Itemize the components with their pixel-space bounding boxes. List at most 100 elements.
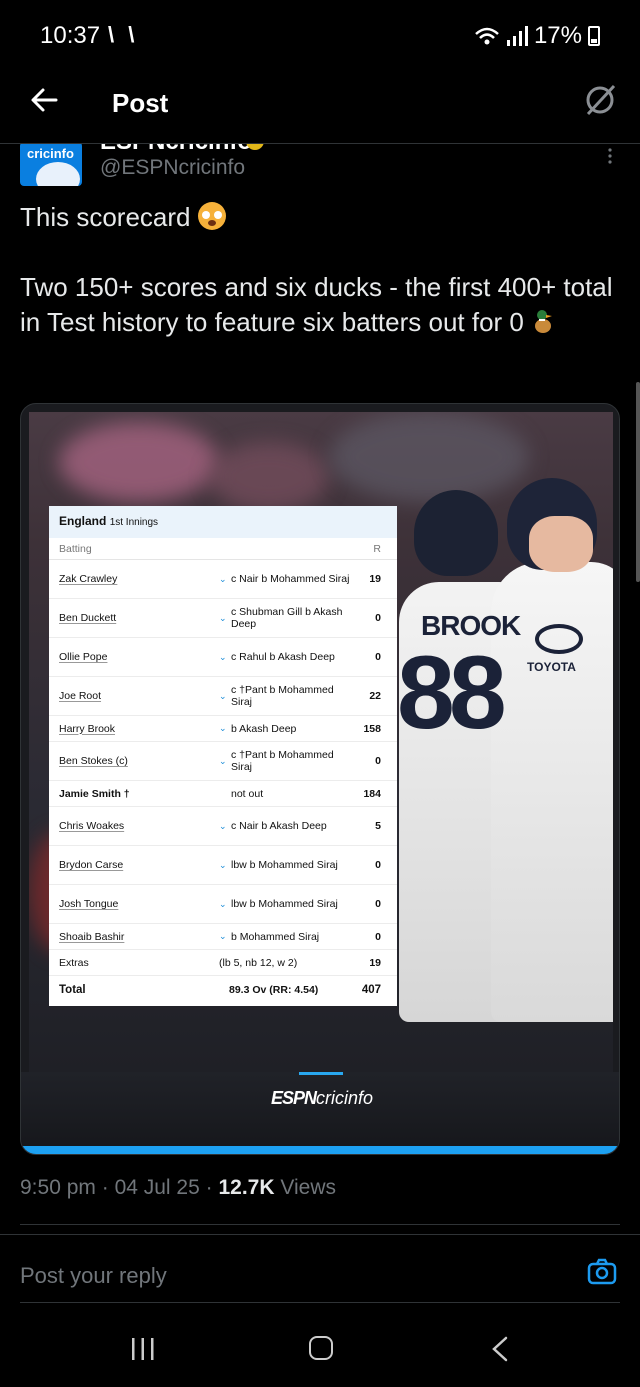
total-runs: 407 [361, 984, 381, 996]
batter-name: Josh Tongue [59, 898, 119, 910]
scorecard-row: Chris Woakes ⌄ c Nair b Akash Deep 5 [49, 807, 397, 846]
batter-name: Zak Crawley [59, 573, 118, 585]
chevron-down-icon: ⌄ [219, 651, 227, 662]
chevron-down-icon: ⌄ [219, 898, 227, 909]
crowd-blur [329, 412, 529, 502]
status-time: 10:37 [40, 22, 101, 49]
scorecard-row: Brydon Carse ⌄ lbw b Mohammed Siraj 0 [49, 846, 397, 885]
camera-icon[interactable] [586, 1256, 618, 1288]
post-time: 9:50 pm [20, 1176, 96, 1199]
media-card[interactable]: BROOK 88 TOYOTA England 1st Innings Batt… [20, 403, 620, 1155]
batter-name: Joe Root [59, 690, 102, 702]
chevron-down-icon: ⌄ [219, 755, 227, 766]
scorecard-row: Jamie Smith † not out 184 [49, 781, 397, 807]
batter-runs: 0 [375, 612, 381, 624]
home-icon[interactable] [309, 1336, 333, 1360]
exploding-head-emoji-icon [197, 202, 226, 230]
battery-icon [588, 26, 600, 46]
post-date: 04 Jul 25 [114, 1176, 200, 1199]
divider [20, 1224, 620, 1225]
chevron-down-icon: ⌄ [219, 859, 227, 870]
dismissal-text: b Mohammed Siraj [231, 930, 320, 943]
divider [20, 1302, 620, 1303]
total-row: Total 89.3 Ov (RR: 4.54) 407 [49, 976, 397, 1004]
batter-name: Chris Woakes [59, 820, 125, 832]
chevron-down-icon: ⌄ [219, 723, 227, 733]
extras-label: Extras [59, 956, 89, 969]
duck-emoji-icon [535, 310, 553, 333]
avatar-label: cricinfo [27, 146, 74, 161]
batter-runs: 0 [375, 651, 381, 663]
dismissal-text: c †Pant b Mohammed Siraj [231, 684, 334, 708]
scorecard-row: Harry Brook ⌄ b Akash Deep 158 [49, 716, 397, 742]
grok-icon[interactable] [582, 82, 618, 118]
batter-runs: 0 [375, 859, 381, 871]
tweet-line-2: Two 150+ scores and six ducks - the firs… [20, 270, 620, 340]
reply-input[interactable] [20, 1258, 560, 1294]
back-arrow-icon[interactable] [28, 84, 60, 116]
batter-name: Ben Duckett [59, 612, 117, 624]
views-count[interactable]: 12.7K [218, 1176, 274, 1199]
scorecard-image: BROOK 88 TOYOTA England 1st Innings Batt… [29, 412, 613, 1072]
scorecard-row: Ben Duckett ⌄ c Shubman Gill b Akash Deep 0 [49, 599, 397, 638]
chevron-down-icon: ⌄ [219, 573, 227, 584]
wifi-icon [475, 27, 499, 45]
tweet-text-line1: This scorecard [20, 202, 191, 232]
espncricinfo-logo: ESPNcricinfo [271, 1088, 373, 1109]
more-options-icon[interactable] [608, 148, 612, 164]
status-right: 17% [474, 22, 600, 50]
avatar[interactable]: cricinfo [20, 142, 82, 186]
author-handle[interactable]: @ESPNcricinfo [100, 156, 245, 180]
media-progress-bar [21, 1146, 619, 1154]
runs-col-label: R [373, 542, 381, 555]
helmet-brook [414, 490, 498, 576]
scorecard-row: Zak Crawley ⌄ c Nair b Mohammed Siraj 19 [49, 560, 397, 599]
scorecard-header: England 1st Innings [49, 506, 397, 538]
dismissal-text: lbw b Mohammed Siraj [231, 898, 338, 910]
player-face [529, 516, 593, 572]
total-label: Total [59, 984, 86, 996]
extras-row: Extras (lb 5, nb 12, w 2) 19 [49, 950, 397, 976]
nav-back-icon[interactable] [490, 1336, 510, 1362]
crowd-blur [209, 442, 329, 512]
cricket-ball-icon [36, 162, 80, 186]
batter-name: Ollie Pope [59, 651, 108, 663]
batter-name: Harry Brook [59, 722, 116, 735]
scorecard-row: Joe Root ⌄ c †Pant b Mohammed Siraj 22 [49, 677, 397, 716]
extras-runs: 19 [369, 956, 381, 969]
sponsor-text: TOYOTA [527, 660, 576, 674]
signal-icon [506, 26, 528, 46]
dismissal-text: c Rahul b Akash Deep [231, 651, 335, 663]
app-header: Post [0, 72, 640, 144]
toyota-logo-icon [535, 624, 583, 654]
scorecard-row: Ollie Pope ⌄ c Rahul b Akash Deep 0 [49, 638, 397, 677]
notification-icons: \ \ [108, 22, 139, 47]
recent-apps-icon[interactable] [130, 1338, 156, 1360]
tweet-text-line2: Two 150+ scores and six ducks - the firs… [20, 272, 613, 337]
crowd-blur [59, 422, 219, 502]
innings-label: 1st Innings [109, 517, 159, 528]
scrollbar[interactable] [636, 382, 640, 582]
batter-runs: 19 [369, 573, 381, 585]
scorecard-row: Josh Tongue ⌄ lbw b Mohammed Siraj 0 [49, 885, 397, 924]
dismissal-text: not out [231, 787, 264, 800]
batter-name: Jamie Smith † [59, 787, 130, 800]
dismissal-text: c Nair b Mohammed Siraj [231, 573, 350, 585]
divider [0, 1234, 640, 1235]
brand-rest: cricinfo [316, 1088, 374, 1108]
views-label: Views [280, 1176, 336, 1199]
dismissal-text: b Akash Deep [231, 722, 297, 735]
tweet-text: This scorecard Two 150+ scores and six d… [20, 200, 620, 340]
batter-runs: 0 [375, 930, 381, 943]
team-name: England [59, 514, 107, 528]
batter-runs: 184 [363, 787, 381, 800]
scorecard-table: England 1st Innings Batting R Zak Crawle… [49, 506, 397, 1006]
scorecard-row: Shoaib Bashir ⌄ b Mohammed Siraj 0 [49, 924, 397, 950]
batter-runs: 0 [375, 755, 381, 767]
scorecard-column-header: Batting R [49, 538, 397, 560]
batter-name: Ben Stokes (c) [59, 755, 128, 767]
batting-col-label: Batting [59, 542, 92, 555]
battery-percent: 17% [533, 22, 582, 49]
dismissal-text: c Shubman Gill b Akash Deep [231, 606, 343, 630]
chevron-down-icon: ⌄ [219, 931, 227, 941]
